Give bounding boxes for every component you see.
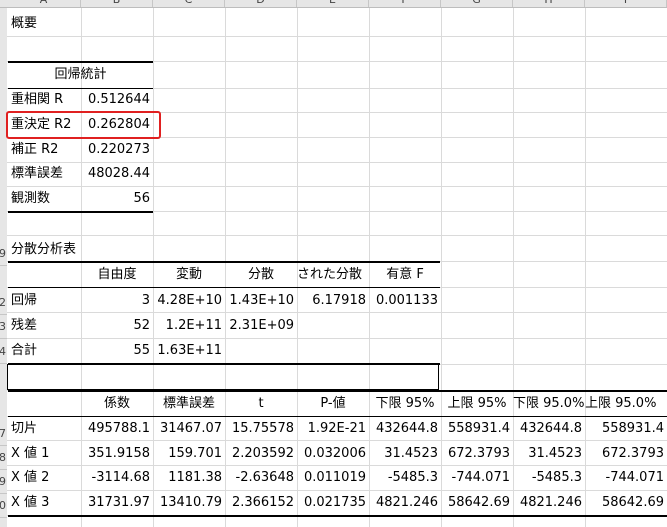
stat-label[interactable]: 観測数 [8,187,81,211]
coef-cell[interactable]: 31731.97 [81,491,153,515]
anova-cell[interactable]: 0.001133 [369,289,441,313]
stat-label[interactable]: 補正 R2 [8,138,81,162]
regression-stats-header[interactable]: 回帰統計 [8,63,153,87]
coef-cell[interactable]: -744.071 [441,466,513,490]
stat-value[interactable]: 0.220273 [81,138,153,162]
stat-label[interactable]: 標準誤差 [8,162,81,186]
table-border [8,287,440,288]
coef-cell[interactable]: 31.4523 [369,442,441,466]
anova-header[interactable]: 有意 F [369,263,441,287]
coef-header[interactable]: P-値 [297,392,369,416]
anova-row-label[interactable]: 残差 [8,314,81,338]
anova-header[interactable]: 分散 [225,263,297,287]
coef-cell[interactable]: 0.011019 [297,466,369,490]
coef-header[interactable]: 上限 95.0% [585,392,667,416]
column-header-g[interactable]: G [441,0,513,7]
coef-cell[interactable]: 558931.4 [441,417,513,441]
anova-cell[interactable]: 55 [81,339,153,363]
row-header[interactable]: 0 [0,494,7,518]
stat-value[interactable]: 56 [81,187,153,211]
coef-cell[interactable]: 13410.79 [153,491,225,515]
anova-cell[interactable]: 3 [81,289,153,313]
coef-cell[interactable]: 58642.69 [585,491,667,515]
anova-row-label[interactable]: 回帰 [8,289,81,313]
column-header-c[interactable]: C [153,0,225,7]
coef-cell[interactable]: 2.203592 [225,442,297,466]
stat-label[interactable]: 重相関 R [8,88,81,112]
row-header[interactable]: 2 [0,291,7,315]
anova-row-label[interactable]: 合計 [8,339,81,363]
coef-cell[interactable]: 432644.8 [513,417,585,441]
coef-cell[interactable]: -744.071 [585,466,667,490]
coef-cell[interactable]: 159.701 [153,442,225,466]
coef-cell[interactable]: 351.9158 [81,442,153,466]
row-header-bar: 9 2 3 4 7 8 9 0 [0,8,7,527]
table-border [8,515,667,517]
stat-value[interactable]: 48028.44 [81,162,153,186]
coef-header[interactable]: t [225,392,297,416]
coef-cell[interactable]: 31467.07 [153,417,225,441]
coef-cell[interactable]: 432644.8 [369,417,441,441]
coef-cell[interactable]: 4821.246 [369,491,441,515]
anova-header[interactable]: 変動 [153,263,225,287]
coef-cell[interactable]: 15.75578 [225,417,297,441]
row-header[interactable]: 4 [0,340,7,364]
anova-cell[interactable]: 6.17918 [297,289,369,313]
stat-value[interactable]: 0.512644 [81,88,153,112]
coef-header[interactable]: 係数 [81,392,153,416]
coef-cell[interactable]: 672.3793 [585,442,667,466]
coef-cell[interactable]: 1.92E-21 [297,417,369,441]
anova-title[interactable]: 分散分析表 [8,238,79,262]
row-header[interactable]: 8 [0,446,7,470]
coef-cell[interactable]: 4821.246 [513,491,585,515]
coef-row-label[interactable]: X 値 3 [8,491,81,515]
coef-cell[interactable]: 495788.1 [81,417,153,441]
column-header-e[interactable]: E [297,0,369,7]
column-header-f[interactable]: F [369,0,441,7]
selected-cell[interactable] [7,364,439,390]
coef-cell[interactable]: 558931.4 [585,417,667,441]
coef-cell[interactable]: 31.4523 [513,442,585,466]
column-header-d[interactable]: D [225,0,297,7]
row-header[interactable]: 3 [0,315,7,339]
coef-cell[interactable]: 1181.38 [153,466,225,490]
coef-cell[interactable]: -2.63648 [225,466,297,490]
anova-cell[interactable]: 52 [81,314,153,338]
coef-cell[interactable]: 2.366152 [225,491,297,515]
summary-title[interactable]: 概要 [8,12,40,36]
coef-row-label[interactable]: X 値 2 [8,466,81,490]
coef-header[interactable]: 標準誤差 [153,392,225,416]
row-header[interactable]: 9 [0,242,7,266]
coef-header[interactable]: 上限 95% [441,392,513,416]
coef-header[interactable]: 下限 95.0% [513,392,585,416]
anova-cell[interactable]: 1.43E+10 [225,289,297,313]
column-header-i[interactable]: I [585,0,667,7]
highlight-box [6,111,161,139]
coef-cell[interactable]: 58642.69 [441,491,513,515]
coef-cell[interactable]: 0.032006 [297,442,369,466]
row-header[interactable]: 7 [0,422,7,446]
coef-cell[interactable]: -3114.68 [81,466,153,490]
coef-cell[interactable]: -5485.3 [513,466,585,490]
column-header-bar: A B C D E F G H I [0,0,667,8]
coef-cell[interactable]: -5485.3 [369,466,441,490]
coef-header[interactable]: 下限 95% [369,392,441,416]
row-header[interactable]: 9 [0,470,7,494]
coef-cell[interactable]: 672.3793 [441,442,513,466]
column-header-b[interactable]: B [81,0,153,7]
table-border [8,211,153,213]
anova-cell[interactable]: 4.28E+10 [153,289,225,313]
coef-row-label[interactable]: X 値 1 [8,442,81,466]
coef-cell[interactable]: 0.021735 [297,491,369,515]
column-header-h[interactable]: H [513,0,585,7]
anova-cell[interactable]: 1.2E+11 [153,314,225,338]
anova-cell[interactable]: 2.31E+09 [225,314,297,338]
anova-header[interactable]: 自由度 [81,263,153,287]
column-header-a[interactable]: A [7,0,81,7]
anova-cell[interactable]: 1.63E+11 [153,339,225,363]
anova-header[interactable]: された分散 [297,263,369,287]
coef-row-label[interactable]: 切片 [8,417,81,441]
